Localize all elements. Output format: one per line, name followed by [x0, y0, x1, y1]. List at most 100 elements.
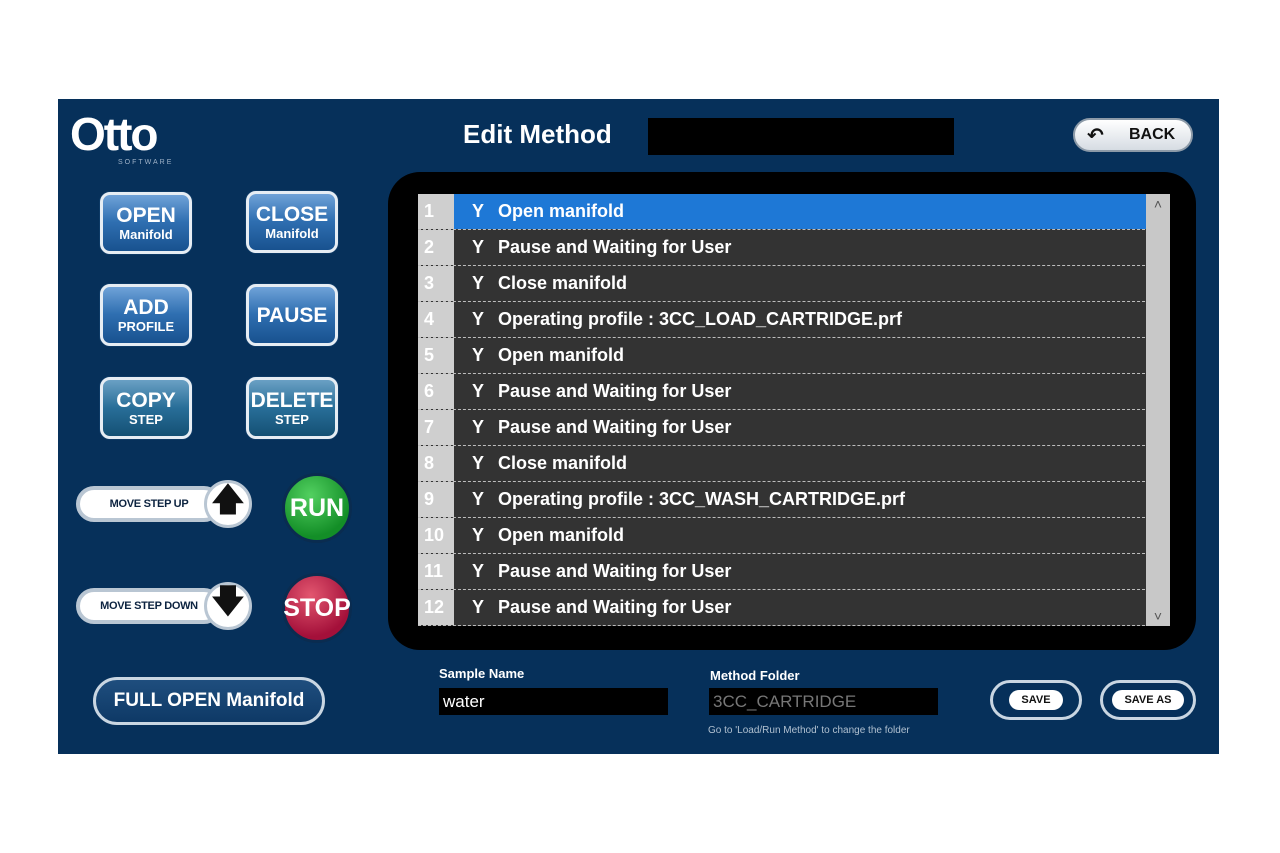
close-manifold-sublabel: Manifold [265, 226, 319, 241]
page-title: Edit Method [463, 119, 612, 149]
step-row[interactable]: 10 Y Open manifold [418, 518, 1170, 554]
copy-step-label: COPY [116, 389, 176, 412]
step-description: Operating profile : 3CC_WASH_CARTRIDGE.p… [498, 489, 906, 509]
otto-logo: Otto SOFTWARE [70, 111, 200, 173]
step-body: Y Pause and Waiting for User [454, 410, 1170, 445]
step-enabled-flag: Y [471, 489, 484, 509]
step-row[interactable]: 6 Y Pause and Waiting for User [418, 374, 1170, 410]
step-number: 9 [418, 482, 454, 517]
step-enabled-flag: Y [471, 309, 484, 329]
sample-name-label: Sample Name [439, 666, 525, 681]
copy-step-sublabel: STEP [129, 412, 163, 427]
step-number: 1 [418, 194, 454, 229]
move-step-down-label: MOVE STEP DOWN [100, 600, 198, 612]
step-body: Y Operating profile : 3CC_LOAD_CARTRIDGE.… [454, 302, 1170, 337]
stop-button[interactable]: STOP [282, 573, 352, 643]
step-enabled-flag: Y [471, 417, 484, 437]
step-body: Y Open manifold [454, 194, 1170, 229]
step-list-scrollbar[interactable]: ˄ ˅ [1146, 194, 1170, 626]
step-description: Operating profile : 3CC_LOAD_CARTRIDGE.p… [498, 309, 903, 329]
step-description: Pause and Waiting for User [498, 417, 732, 437]
step-row[interactable]: 4 Y Operating profile : 3CC_LOAD_CARTRIDGE… [418, 302, 1170, 338]
step-body: Y Pause and Waiting for User [454, 374, 1170, 409]
step-row[interactable]: 1 Y Open manifold [418, 194, 1170, 230]
arrow-up-icon: 🡅 [204, 480, 252, 528]
step-description: Pause and Waiting for User [498, 597, 732, 617]
move-step-up-label: MOVE STEP UP [109, 498, 189, 510]
back-arrow-icon: ↶ [1087, 124, 1104, 147]
step-enabled-flag: Y [471, 453, 484, 473]
step-body: Y Operating profile : 3CC_WASH_CARTRIDGE.… [454, 482, 1170, 517]
back-button[interactable]: ↶ BACK [1073, 118, 1193, 152]
step-body: Y Close manifold [454, 446, 1170, 481]
save-as-button[interactable]: SAVE AS [1100, 680, 1196, 720]
step-description: Open manifold [498, 525, 624, 545]
open-manifold-button[interactable]: OPEN Manifold [100, 192, 192, 254]
step-description: Pause and Waiting for User [498, 237, 732, 257]
move-step-down-button[interactable]: MOVE STEP DOWN 🡇 [76, 578, 256, 636]
step-body: Y Pause and Waiting for User [454, 590, 1170, 625]
add-profile-label: ADD [123, 296, 169, 319]
step-number: 5 [418, 338, 454, 373]
step-number: 10 [418, 518, 454, 553]
step-description: Open manifold [498, 345, 624, 365]
logo-text: Otto [70, 108, 159, 160]
step-row[interactable]: 11 Y Pause and Waiting for User [418, 554, 1170, 590]
step-row[interactable]: 3 Y Close manifold [418, 266, 1170, 302]
open-manifold-sublabel: Manifold [119, 227, 173, 242]
step-description: Pause and Waiting for User [498, 381, 732, 401]
step-enabled-flag: Y [471, 345, 484, 365]
step-row[interactable]: 2 Y Pause and Waiting for User [418, 230, 1170, 266]
run-button[interactable]: RUN [282, 473, 352, 543]
save-button[interactable]: SAVE [990, 680, 1082, 720]
method-folder-input[interactable] [709, 688, 938, 715]
step-enabled-flag: Y [471, 201, 484, 221]
full-open-manifold-button[interactable]: FULL OPEN Manifold [93, 677, 325, 725]
folder-hint: Go to 'Load/Run Method' to change the fo… [708, 725, 910, 736]
step-number: 4 [418, 302, 454, 337]
save-as-label: SAVE AS [1112, 690, 1184, 710]
step-number: 3 [418, 266, 454, 301]
step-description: Pause and Waiting for User [498, 561, 732, 581]
logo-subtext: SOFTWARE [118, 159, 174, 166]
step-number: 8 [418, 446, 454, 481]
step-row[interactable]: 7 Y Pause and Waiting for User [418, 410, 1170, 446]
delete-step-button[interactable]: DELETE STEP [246, 377, 338, 439]
step-description: Open manifold [498, 201, 624, 221]
sample-name-input[interactable] [439, 688, 668, 715]
step-number: 2 [418, 230, 454, 265]
open-manifold-label: OPEN [116, 204, 176, 227]
step-enabled-flag: Y [471, 561, 484, 581]
step-body: Y Pause and Waiting for User [454, 230, 1170, 265]
step-number: 6 [418, 374, 454, 409]
step-enabled-flag: Y [471, 381, 484, 401]
close-manifold-label: CLOSE [255, 203, 329, 226]
step-number: 11 [418, 554, 454, 589]
move-step-up-button[interactable]: MOVE STEP UP 🡅 [76, 476, 256, 534]
add-profile-button[interactable]: ADD PROFILE [100, 284, 192, 346]
step-row[interactable]: 9 Y Operating profile : 3CC_WASH_CARTRIDGE… [418, 482, 1170, 518]
pause-button[interactable]: PAUSE [246, 284, 338, 346]
step-row[interactable]: 5 Y Open manifold [418, 338, 1170, 374]
step-row[interactable]: 8 Y Close manifold [418, 446, 1170, 482]
step-row[interactable]: 12 Y Pause and Waiting for User [418, 590, 1170, 626]
step-body: Y Open manifold [454, 518, 1170, 553]
step-list[interactable]: 1 Y Open manifold 2 Y Pause and Waiting for U… [418, 194, 1170, 626]
step-enabled-flag: Y [471, 237, 484, 257]
method-name-field[interactable] [648, 118, 954, 155]
close-manifold-button[interactable]: CLOSE Manifold [246, 191, 338, 253]
move-step-up-pill: MOVE STEP UP [76, 486, 222, 522]
step-enabled-flag: Y [471, 525, 484, 545]
scroll-up-icon[interactable]: ˄ [1154, 194, 1162, 214]
app-window: Otto SOFTWARE Edit Method ↶ BACK OPEN Ma… [58, 99, 1219, 754]
step-number: 12 [418, 590, 454, 625]
scroll-down-icon[interactable]: ˅ [1154, 606, 1162, 626]
arrow-down-icon: 🡇 [204, 582, 252, 630]
copy-step-button[interactable]: COPY STEP [100, 377, 192, 439]
step-body: Y Pause and Waiting for User [454, 554, 1170, 589]
step-description: Close manifold [498, 273, 628, 293]
delete-step-sublabel: STEP [275, 412, 309, 427]
step-number: 7 [418, 410, 454, 445]
pause-label: PAUSE [256, 303, 328, 327]
step-list-frame: 1 Y Open manifold 2 Y Pause and Waiting for U… [388, 172, 1196, 650]
